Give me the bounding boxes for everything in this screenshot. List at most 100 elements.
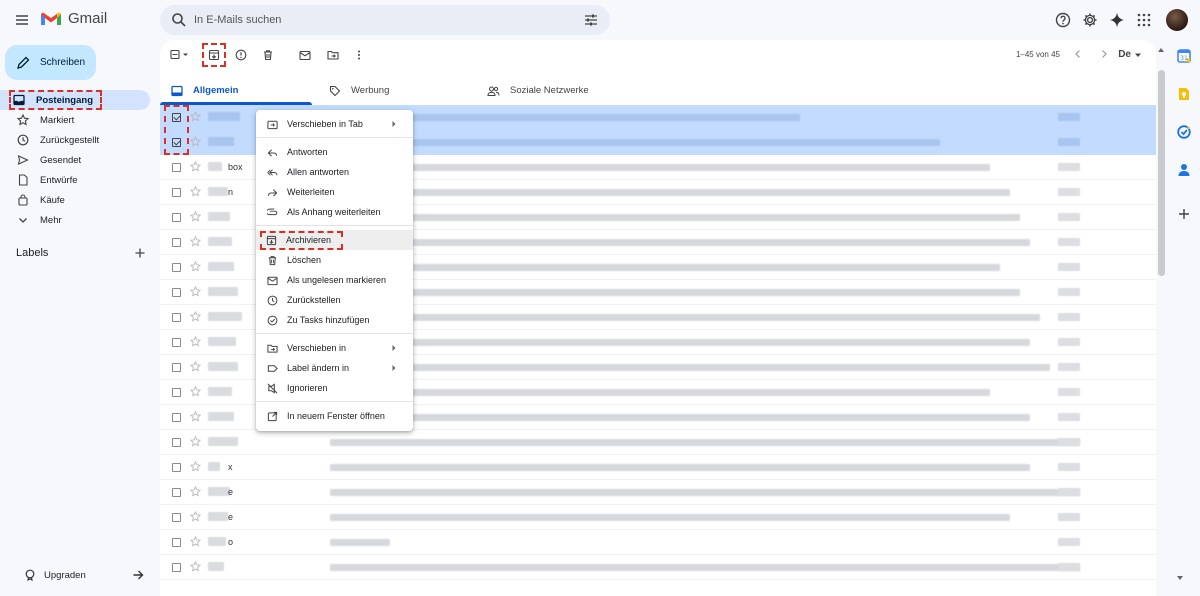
search-bar[interactable] <box>160 5 610 35</box>
row-checkbox[interactable] <box>172 188 181 197</box>
gemini-icon[interactable] <box>1108 11 1126 29</box>
star-icon[interactable] <box>190 336 201 347</box>
avatar[interactable] <box>1166 9 1188 31</box>
menu-item-attachment[interactable]: Als Anhang weiterleiten <box>256 202 413 222</box>
star-icon[interactable] <box>190 511 201 522</box>
delete-button[interactable] <box>260 47 276 63</box>
tab-promotions[interactable]: Werbung <box>318 76 470 105</box>
search-input[interactable] <box>194 5 554 35</box>
row-checkbox[interactable] <box>172 288 181 297</box>
star-icon[interactable] <box>190 111 201 122</box>
row-checkbox[interactable] <box>172 263 181 272</box>
row-checkbox[interactable] <box>172 463 181 472</box>
star-icon[interactable] <box>190 136 201 147</box>
search-icon[interactable] <box>171 12 187 28</box>
row-checkbox[interactable] <box>172 163 181 172</box>
star-icon[interactable] <box>190 236 201 247</box>
archive-button[interactable] <box>202 43 226 67</box>
sidebar-item-snoozed[interactable]: Zurückgestellt <box>0 130 150 150</box>
sidebar-item-starred[interactable]: Markiert <box>0 110 150 130</box>
table-row[interactable]: x <box>160 455 1156 480</box>
tab-primary[interactable]: Allgemein <box>160 76 312 105</box>
tab-social[interactable]: Soziale Netzwerke <box>476 76 636 105</box>
menu-item-open-new-window[interactable]: In neuem Fenster öffnen <box>256 406 413 426</box>
star-icon[interactable] <box>190 486 201 497</box>
sidebar-item-more[interactable]: Mehr <box>0 210 150 230</box>
menu-item-reply-all[interactable]: Allen antworten <box>256 162 413 182</box>
row-checkbox[interactable] <box>172 238 181 247</box>
menu-item-mute[interactable]: Ignorieren <box>256 378 413 398</box>
menu-item-forward[interactable]: Weiterleiten <box>256 182 413 202</box>
row-checkbox[interactable] <box>172 563 181 572</box>
calendar-icon[interactable]: 31 <box>1170 44 1198 68</box>
menu-item-archive[interactable]: Archivieren <box>256 230 413 250</box>
row-checkbox[interactable] <box>172 313 181 322</box>
menu-item-add-task[interactable]: Zu Tasks hinzufügen <box>256 310 413 330</box>
menu-item-move-to-tab[interactable]: Verschieben in Tab <box>256 114 413 134</box>
scroll-down-icon[interactable] <box>1176 574 1184 582</box>
table-row[interactable]: e <box>160 505 1156 530</box>
scroll-up-icon[interactable] <box>1157 46 1165 54</box>
star-icon[interactable] <box>190 361 201 372</box>
contacts-icon[interactable] <box>1170 158 1198 182</box>
star-icon[interactable] <box>190 311 201 322</box>
star-icon[interactable] <box>190 186 201 197</box>
sidebar-item-sent[interactable]: Gesendet <box>0 150 150 170</box>
mark-unread-button[interactable] <box>297 47 313 63</box>
row-checkbox[interactable] <box>172 488 181 497</box>
star-icon[interactable] <box>190 411 201 422</box>
star-icon[interactable] <box>190 536 201 547</box>
star-icon[interactable] <box>190 386 201 397</box>
next-page-icon[interactable] <box>1098 48 1110 60</box>
star-icon[interactable] <box>190 561 201 572</box>
sidebar-item-inbox[interactable]: Posteingang <box>0 90 150 110</box>
settings-icon[interactable] <box>1081 11 1099 29</box>
row-checkbox[interactable] <box>172 513 181 522</box>
table-row[interactable] <box>160 430 1156 455</box>
menu-item-mark-unread[interactable]: Als ungelesen markieren <box>256 270 413 290</box>
search-options-icon[interactable] <box>584 13 598 27</box>
sidebar-item-purchases[interactable]: Käufe <box>0 190 150 210</box>
star-icon[interactable] <box>190 211 201 222</box>
help-icon[interactable] <box>1054 11 1072 29</box>
report-spam-button[interactable] <box>233 47 249 63</box>
select-all-checkbox[interactable] <box>170 47 192 63</box>
row-checkbox[interactable] <box>172 213 181 222</box>
add-label-icon[interactable] <box>134 247 146 259</box>
sidebar-item-drafts[interactable]: Entwürfe <box>0 170 150 190</box>
keep-icon[interactable] <box>1170 82 1198 106</box>
table-row[interactable]: o <box>160 530 1156 555</box>
more-actions-button[interactable] <box>351 47 367 63</box>
add-addon-icon[interactable] <box>1170 202 1198 226</box>
input-language-button[interactable]: De <box>1118 49 1142 60</box>
row-checkbox[interactable] <box>172 338 181 347</box>
row-checkbox[interactable] <box>172 363 181 372</box>
upgrade-button[interactable]: Upgraden <box>24 569 144 581</box>
prev-page-icon[interactable] <box>1072 48 1084 60</box>
compose-button[interactable]: Schreiben <box>5 45 96 80</box>
menu-item-label[interactable]: Label ändern in <box>256 358 413 378</box>
menu-item-move-to[interactable]: Verschieben in <box>256 338 413 358</box>
menu-item-trash[interactable]: Löschen <box>256 250 413 270</box>
row-checkbox[interactable] <box>172 538 181 547</box>
main-menu-icon[interactable] <box>12 10 32 30</box>
table-row[interactable] <box>160 555 1156 580</box>
star-icon[interactable] <box>190 161 201 172</box>
star-icon[interactable] <box>190 436 201 447</box>
row-checkbox[interactable] <box>172 413 181 422</box>
table-row[interactable]: e <box>160 480 1156 505</box>
menu-item-snooze[interactable]: Zurückstellen <box>256 290 413 310</box>
gmail-logo[interactable]: Gmail <box>40 10 107 27</box>
star-icon[interactable] <box>190 461 201 472</box>
menu-item-reply[interactable]: Antworten <box>256 142 413 162</box>
scrollbar-thumb[interactable] <box>1158 70 1165 276</box>
row-checkbox[interactable] <box>172 438 181 447</box>
row-checkbox[interactable] <box>172 388 181 397</box>
apps-grid-icon[interactable] <box>1135 11 1153 29</box>
star-icon[interactable] <box>190 286 201 297</box>
move-to-button[interactable] <box>325 47 341 63</box>
star-icon[interactable] <box>190 261 201 272</box>
tasks-icon[interactable] <box>1170 120 1198 144</box>
row-checkbox[interactable] <box>172 138 181 147</box>
row-checkbox[interactable] <box>172 113 181 122</box>
